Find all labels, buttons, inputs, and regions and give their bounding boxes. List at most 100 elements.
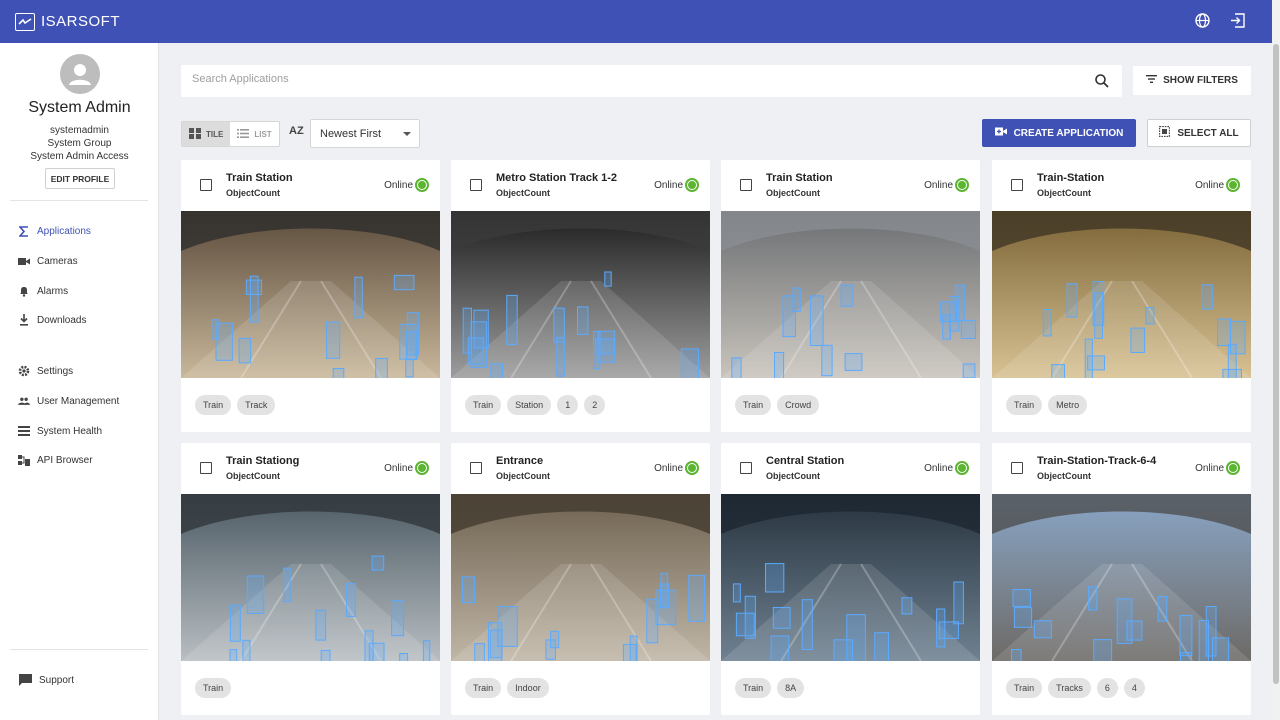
application-card[interactable]: Train-Station-Track-6-4 ObjectCount Onli…: [992, 443, 1251, 715]
card-title[interactable]: Train Stationg: [226, 455, 299, 467]
sidebar-divider: [10, 200, 148, 201]
sidebar-item-api-browser[interactable]: API Browser: [0, 449, 159, 471]
camera-preview-image[interactable]: [992, 494, 1251, 661]
card-checkbox[interactable]: [200, 179, 212, 191]
select-all-icon: [1159, 126, 1171, 140]
tag-list: Train 8A: [721, 661, 980, 714]
tag-chip[interactable]: Train: [195, 394, 232, 415]
tag-chip[interactable]: Train: [735, 394, 772, 415]
show-filters-button[interactable]: SHOW FILTERS: [1133, 66, 1251, 95]
tag-chip[interactable]: 8A: [777, 677, 805, 698]
sidebar-item-settings[interactable]: Settings: [0, 360, 159, 382]
sidebar-item-label: Downloads: [37, 314, 87, 326]
sidebar: System Admin systemadmin System Group Sy…: [0, 43, 159, 720]
list-view-button[interactable]: LIST: [230, 122, 278, 146]
camera-preview-image[interactable]: [181, 494, 440, 661]
tag-chip[interactable]: Metro: [1048, 394, 1088, 415]
sidebar-item-label: Applications: [37, 225, 91, 237]
application-card[interactable]: Entrance ObjectCount Online Train Indoor: [451, 443, 710, 715]
tag-list: Train Station 1 2: [451, 378, 710, 431]
application-card[interactable]: Central Station ObjectCount Online Train…: [721, 443, 980, 715]
scrollbar-thumb[interactable]: [1273, 44, 1279, 684]
card-title[interactable]: Train-Station-Track-6-4: [1037, 455, 1156, 467]
sidebar-item-downloads[interactable]: Downloads: [0, 309, 159, 331]
status-label: Online: [1195, 462, 1224, 474]
card-title[interactable]: Train Station: [226, 172, 293, 184]
status-badge: Online: [924, 178, 969, 192]
application-card[interactable]: Metro Station Track 1-2 ObjectCount Onli…: [451, 160, 710, 432]
sort-select[interactable]: Newest First: [310, 119, 420, 148]
tag-chip[interactable]: Indoor: [507, 677, 549, 698]
feedback-icon: [18, 674, 32, 686]
tag-chip[interactable]: 2: [584, 394, 606, 415]
tag-list: Train Indoor: [451, 661, 710, 714]
status-label: Online: [924, 179, 953, 191]
app-logo[interactable]: ISARSOFT: [15, 12, 120, 31]
sort-az-icon[interactable]: AZ: [289, 125, 304, 137]
tag-chip[interactable]: Track: [237, 394, 276, 415]
status-badge: Online: [654, 461, 699, 475]
card-header: Train-Station-Track-6-4 ObjectCount Onli…: [992, 443, 1251, 494]
card-header: Entrance ObjectCount Online: [451, 443, 710, 494]
people-icon: [18, 395, 30, 407]
card-type: ObjectCount: [226, 188, 280, 198]
tag-chip[interactable]: 1: [557, 394, 579, 415]
application-card[interactable]: Train Stationg ObjectCount Online Train: [181, 443, 440, 715]
tag-chip[interactable]: Crowd: [777, 394, 820, 415]
application-card[interactable]: Train-Station ObjectCount Online Train Me…: [992, 160, 1251, 432]
tag-list: Train Metro: [992, 378, 1251, 431]
tag-chip[interactable]: Train: [1006, 394, 1043, 415]
sidebar-item-system-health[interactable]: System Health: [0, 420, 159, 442]
card-checkbox[interactable]: [1011, 179, 1023, 191]
camera-preview-image[interactable]: [451, 494, 710, 661]
tag-chip[interactable]: Tracks: [1048, 677, 1091, 698]
status-badge: Online: [384, 461, 429, 475]
tag-chip[interactable]: Train: [1006, 677, 1043, 698]
camera-preview-image[interactable]: [721, 211, 980, 378]
sidebar-item-label: User Management: [37, 395, 120, 407]
page-scrollbar[interactable]: [1272, 0, 1280, 720]
sidebar-item-user-management[interactable]: User Management: [0, 390, 159, 412]
search-icon[interactable]: [1094, 73, 1110, 89]
application-card[interactable]: Train Station ObjectCount Online Train Tr…: [181, 160, 440, 432]
card-checkbox[interactable]: [200, 462, 212, 474]
online-status-icon: [1226, 178, 1240, 192]
card-title[interactable]: Central Station: [766, 455, 844, 467]
select-all-button[interactable]: SELECT ALL: [1147, 119, 1251, 147]
card-title[interactable]: Train Station: [766, 172, 833, 184]
tag-chip[interactable]: Station: [507, 394, 552, 415]
create-application-button[interactable]: CREATE APPLICATION: [982, 119, 1136, 147]
tag-chip[interactable]: 6: [1096, 677, 1118, 698]
tag-chip[interactable]: Train: [195, 677, 232, 698]
card-checkbox[interactable]: [1011, 462, 1023, 474]
camera-preview-image[interactable]: [992, 211, 1251, 378]
tag-chip[interactable]: Train: [465, 394, 502, 415]
camera-preview-image[interactable]: [181, 211, 440, 378]
sidebar-item-alarms[interactable]: Alarms: [0, 280, 159, 302]
status-label: Online: [384, 179, 413, 191]
search-input[interactable]: [192, 73, 1072, 85]
sidebar-item-support[interactable]: Support: [18, 674, 74, 686]
tag-chip[interactable]: Train: [465, 677, 502, 698]
edit-profile-button[interactable]: EDIT PROFILE: [45, 168, 115, 189]
tile-view-button[interactable]: TILE: [182, 122, 231, 146]
card-checkbox[interactable]: [740, 462, 752, 474]
sidebar-item-cameras[interactable]: Cameras: [0, 250, 159, 272]
camera-preview-image[interactable]: [721, 494, 980, 661]
tag-chip[interactable]: Train: [735, 677, 772, 698]
card-title[interactable]: Entrance: [496, 455, 543, 467]
card-title[interactable]: Metro Station Track 1-2: [496, 172, 617, 184]
sidebar-item-applications[interactable]: Applications: [0, 220, 159, 242]
card-title[interactable]: Train-Station: [1037, 172, 1104, 184]
card-checkbox[interactable]: [470, 179, 482, 191]
application-card[interactable]: Train Station ObjectCount Online Train Cr…: [721, 160, 980, 432]
globe-icon[interactable]: [1194, 12, 1211, 29]
camera-preview-image[interactable]: [451, 211, 710, 378]
tag-chip[interactable]: 4: [1123, 677, 1145, 698]
user-username: systemadmin: [50, 125, 109, 136]
card-checkbox[interactable]: [470, 462, 482, 474]
status-badge: Online: [1195, 178, 1240, 192]
logout-icon[interactable]: [1229, 12, 1246, 29]
card-checkbox[interactable]: [740, 179, 752, 191]
sidebar-item-label: System Health: [37, 425, 103, 437]
